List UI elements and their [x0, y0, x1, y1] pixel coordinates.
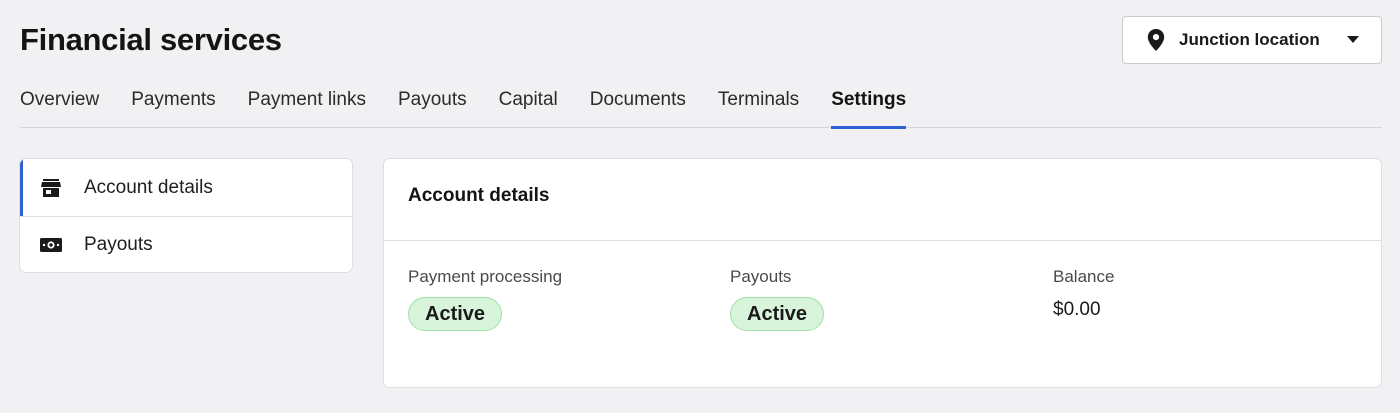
tab-payments[interactable]: Payments	[131, 88, 215, 128]
tab-terminals[interactable]: Terminals	[718, 88, 799, 128]
payouts-field: Payouts Active	[730, 267, 825, 331]
tab-payouts[interactable]: Payouts	[398, 88, 467, 128]
location-selector-button[interactable]: Junction location	[1122, 16, 1382, 64]
balance-value: $0.00	[1053, 299, 1101, 320]
chevron-down-icon	[1347, 36, 1359, 44]
card-title: Account details	[384, 159, 1381, 241]
sidebar-item-label: Account details	[84, 176, 213, 198]
map-pin-icon	[1147, 29, 1165, 51]
sidebar-item-payouts[interactable]: Payouts	[20, 216, 352, 272]
balance-label: Balance	[1053, 267, 1115, 286]
balance-field: Balance $0.00	[1053, 267, 1114, 321]
tab-bar: Overview Payments Payment links Payouts …	[20, 88, 1382, 129]
sidebar-item-label: Payouts	[84, 234, 153, 255]
tab-settings[interactable]: Settings	[831, 88, 906, 129]
page-title: Financial services	[20, 22, 282, 57]
sidebar-item-account-details[interactable]: Account details	[20, 159, 352, 216]
tab-documents[interactable]: Documents	[590, 88, 686, 128]
settings-sidebar: Account details Payouts	[19, 158, 353, 273]
tab-overview[interactable]: Overview	[20, 88, 99, 128]
cash-icon	[40, 235, 62, 255]
payouts-label: Payouts	[730, 267, 792, 286]
payment-processing-label: Payment processing	[408, 267, 563, 286]
payouts-status-badge: Active	[730, 297, 825, 331]
location-selector-label: Junction location	[1179, 30, 1320, 49]
tab-capital[interactable]: Capital	[499, 88, 558, 128]
financial-services-page: Financial services Junction location Ove…	[0, 0, 1400, 413]
tab-payment-links[interactable]: Payment links	[248, 88, 366, 128]
storefront-icon	[40, 178, 62, 198]
account-details-card: Account details Payment processing Activ…	[383, 158, 1382, 388]
payment-processing-field: Payment processing Active	[408, 267, 562, 331]
payment-processing-status-badge: Active	[408, 297, 503, 331]
card-body: Payment processing Active Payouts Active…	[384, 241, 1381, 387]
